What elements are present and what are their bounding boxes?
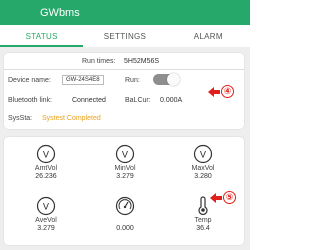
metric-avevol: V AveVol 3.279 [11,196,81,232]
syssta-label: SysSta: [8,115,33,122]
voltmeter-icon: V [115,144,135,164]
metric-amtvol: V AmtVol 26.236 [11,144,81,180]
bluetooth-value: Connected [72,97,106,104]
voltmeter-icon: V [193,144,213,164]
metric-label: Temp [194,217,212,224]
arrow-left-icon [208,86,220,97]
svg-text:V: V [200,151,207,161]
toggle-knob [167,73,180,86]
callout-5: ⑤ [210,191,236,204]
run-times-value: 5H52M56S [124,58,160,65]
metric-label: MinVol [114,165,136,172]
metric-value: 3.280 [194,173,212,180]
gauge-icon [115,196,135,216]
voltmeter-icon: V [36,144,56,164]
svg-text:V: V [122,151,129,161]
run-times-label: Run times: [82,58,116,65]
app-title: GWbms [40,6,80,19]
metric-value: 26.236 [35,173,57,180]
metric-value: 36.4 [196,225,210,232]
callout-number: ④ [221,85,234,98]
metric-current: 0.000 [90,196,160,232]
voltmeter-icon: V [36,196,56,216]
svg-text:V: V [43,151,50,161]
svg-text:V: V [43,203,50,213]
app-bar: GWbms [0,0,250,25]
info-divider [4,69,244,70]
bluetooth-label: Bluetooth link: [8,97,52,104]
metric-label: MaxVol [191,165,215,172]
metric-value: 3.279 [37,225,55,232]
balcur-value: 0.000A [160,97,183,104]
tab-bar: STATUS SETTINGS ALARM [0,25,250,47]
tab-status[interactable]: STATUS [0,25,84,47]
metric-label: AmtVol [34,165,58,172]
metric-value: 0.000 [116,225,134,232]
metric-label: AveVol [35,217,57,224]
balcur-label: BaLCur: [125,97,151,104]
device-name-field[interactable]: GW-24S4E8 [62,75,104,85]
arrow-left-icon [210,192,222,203]
tab-settings[interactable]: SETTINGS [83,25,166,47]
callout-number: ⑤ [223,191,236,204]
metric-value: 3.279 [116,173,134,180]
run-toggle[interactable] [153,73,180,86]
run-label: Run: [125,77,140,84]
device-name-label: Device name: [8,77,51,84]
metric-maxvol: V MaxVol 3.280 [168,144,238,180]
tab-alarm[interactable]: ALARM [167,25,250,47]
metric-minvol: V MinVol 3.279 [90,144,160,180]
callout-4: ④ [208,85,234,98]
syssta-value: Systest Completed [42,115,101,122]
